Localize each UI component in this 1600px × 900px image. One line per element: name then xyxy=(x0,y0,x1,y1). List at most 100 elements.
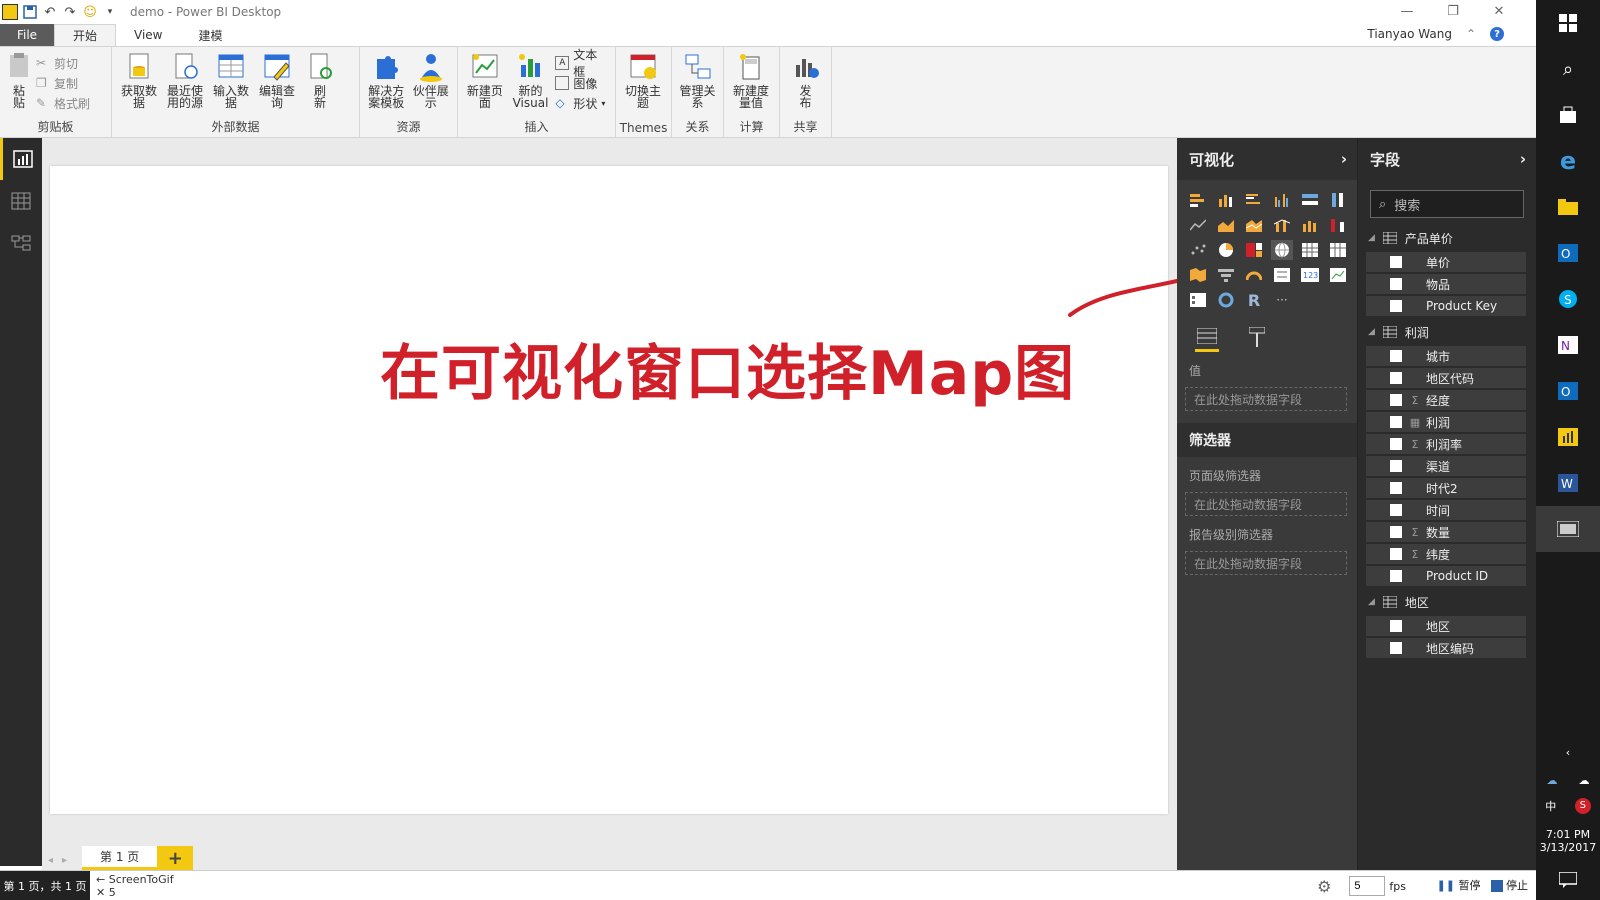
close-icon[interactable]: ✕ xyxy=(96,886,105,899)
line-clustered-column-icon[interactable] xyxy=(1271,215,1293,235)
field-checkbox[interactable] xyxy=(1390,416,1402,428)
field-checkbox[interactable] xyxy=(1390,482,1402,494)
expand-triangle-icon[interactable]: ◢ xyxy=(1368,233,1375,243)
help-icon[interactable]: ? xyxy=(1490,27,1504,41)
save-icon[interactable] xyxy=(22,4,38,20)
shapes-button[interactable]: ◇ 形状 ▾ xyxy=(555,95,609,111)
field-item[interactable]: Σ 经度 xyxy=(1366,390,1526,410)
field-item[interactable]: ▦ 利润 xyxy=(1366,412,1526,432)
field-item[interactable]: 地区 xyxy=(1366,616,1526,636)
format-painter-button[interactable]: ✎ 格式刷 xyxy=(36,95,90,111)
multirow-card-icon[interactable] xyxy=(1271,265,1293,285)
onedrive-personal-icon[interactable]: ☁ xyxy=(1579,774,1590,787)
kpi-icon[interactable] xyxy=(1327,265,1349,285)
pause-button[interactable]: ❚❚ 暂停 xyxy=(1437,877,1481,893)
field-item[interactable]: 单价 xyxy=(1366,252,1526,272)
data-view-button[interactable] xyxy=(0,180,42,222)
outlook-icon[interactable]: O xyxy=(1536,230,1600,276)
powerbi-taskbar-icon[interactable] xyxy=(1536,414,1600,460)
collapse-fields-chevron-icon[interactable]: › xyxy=(1520,150,1526,168)
clock-date[interactable]: 3/13/2017 xyxy=(1536,841,1600,854)
stacked-area-chart-icon[interactable] xyxy=(1243,215,1265,235)
smiley-feedback-icon[interactable]: ☺ xyxy=(82,4,98,20)
onenote-icon[interactable]: N xyxy=(1536,322,1600,368)
card-icon[interactable]: 123 xyxy=(1299,265,1321,285)
ime-indicator[interactable]: 中 xyxy=(1545,798,1556,814)
donut-chart-icon[interactable] xyxy=(1215,290,1237,310)
fields-well-tab[interactable] xyxy=(1195,322,1219,352)
minimize-icon[interactable]: — xyxy=(1384,0,1430,22)
pie-chart-icon[interactable] xyxy=(1215,240,1237,260)
expand-triangle-icon[interactable]: ◢ xyxy=(1368,327,1375,337)
field-checkbox[interactable] xyxy=(1390,394,1402,406)
field-checkbox[interactable] xyxy=(1390,570,1402,582)
report-view-button[interactable] xyxy=(0,138,42,180)
prev-page-icon[interactable]: ◂ xyxy=(48,855,53,866)
undo-icon[interactable]: ↶ xyxy=(42,4,58,20)
page-tab-1[interactable]: 第 1 页 xyxy=(82,846,158,870)
edge-browser-icon[interactable]: e xyxy=(1536,138,1600,184)
100-stacked-bar-icon[interactable] xyxy=(1299,190,1321,210)
field-checkbox[interactable] xyxy=(1390,642,1402,654)
cut-button[interactable]: ✂ 剪切 xyxy=(36,55,90,71)
fps-input[interactable] xyxy=(1349,876,1386,896)
textbox-button[interactable]: A 文本框 xyxy=(555,48,609,79)
restore-icon[interactable]: ❐ xyxy=(1430,0,1476,22)
field-item[interactable]: Σ 数量 xyxy=(1366,522,1526,542)
matrix-visual-icon[interactable] xyxy=(1327,240,1349,260)
redo-icon[interactable]: ↷ xyxy=(62,4,78,20)
relationship-view-button[interactable] xyxy=(0,222,42,264)
ribbon-chart-icon[interactable] xyxy=(1327,215,1349,235)
field-checkbox[interactable] xyxy=(1390,278,1402,290)
scatter-chart-icon[interactable] xyxy=(1187,240,1209,260)
area-chart-icon[interactable] xyxy=(1215,215,1237,235)
fields-search[interactable]: ⌕ 搜索 xyxy=(1370,190,1524,218)
field-item[interactable]: Product ID xyxy=(1366,566,1526,586)
file-explorer-icon[interactable] xyxy=(1536,184,1600,230)
expand-triangle-icon[interactable]: ◢ xyxy=(1368,597,1375,607)
field-checkbox[interactable] xyxy=(1390,438,1402,450)
field-item[interactable]: 城市 xyxy=(1366,346,1526,366)
slicer-icon[interactable] xyxy=(1187,290,1209,310)
tab-file[interactable]: File xyxy=(0,24,54,46)
tab-view[interactable]: View xyxy=(116,24,180,46)
field-checkbox[interactable] xyxy=(1390,256,1402,268)
line-stacked-column-icon[interactable] xyxy=(1299,215,1321,235)
clock-time[interactable]: 7:01 PM xyxy=(1536,828,1600,841)
tab-modeling[interactable]: 建模 xyxy=(181,24,241,46)
add-page-button[interactable]: + xyxy=(157,846,194,870)
collapse-viz-chevron-icon[interactable]: › xyxy=(1341,150,1347,168)
notifications-icon[interactable] xyxy=(1536,860,1600,900)
next-page-icon[interactable]: ▸ xyxy=(62,855,67,866)
table-visual-icon[interactable] xyxy=(1299,240,1321,260)
clustered-bar-chart-icon[interactable] xyxy=(1243,190,1265,210)
screentogif-icon[interactable] xyxy=(1536,506,1600,552)
funnel-icon[interactable] xyxy=(1215,265,1237,285)
treemap-icon[interactable] xyxy=(1243,240,1265,260)
customize-dropdown-icon[interactable]: ▾ xyxy=(102,4,118,20)
report-page[interactable] xyxy=(50,166,1168,814)
stacked-bar-chart-icon[interactable] xyxy=(1187,190,1209,210)
field-checkbox[interactable] xyxy=(1390,460,1402,472)
settings-gear-icon[interactable]: ⚙ xyxy=(1317,877,1331,896)
back-arrow-icon[interactable]: ← xyxy=(96,873,105,886)
field-item[interactable]: 地区代码 xyxy=(1366,368,1526,388)
table-node[interactable]: ◢ 利润 xyxy=(1358,320,1536,344)
collapse-ribbon-icon[interactable]: ⌃ xyxy=(1466,27,1476,41)
100-stacked-column-icon[interactable] xyxy=(1327,190,1349,210)
store-icon[interactable] xyxy=(1536,92,1600,138)
sogou-input-icon[interactable]: S xyxy=(1574,798,1591,814)
more-visuals-icon[interactable]: ··· xyxy=(1271,290,1293,310)
field-checkbox[interactable] xyxy=(1390,548,1402,560)
copy-button[interactable]: ❐ 复制 xyxy=(36,75,90,91)
field-checkbox[interactable] xyxy=(1390,620,1402,632)
page-filters-drop-zone[interactable]: 在此处拖动数据字段 xyxy=(1185,492,1347,516)
filled-map-icon[interactable] xyxy=(1187,265,1209,285)
stop-button[interactable]: 停止 xyxy=(1490,877,1528,893)
field-item[interactable]: 物品 xyxy=(1366,274,1526,294)
search-icon[interactable]: ⌕ xyxy=(1536,46,1600,92)
field-item[interactable]: Σ 纬度 xyxy=(1366,544,1526,564)
field-checkbox[interactable] xyxy=(1390,300,1402,312)
word-icon[interactable]: W xyxy=(1536,460,1600,506)
format-tab[interactable] xyxy=(1245,322,1269,352)
